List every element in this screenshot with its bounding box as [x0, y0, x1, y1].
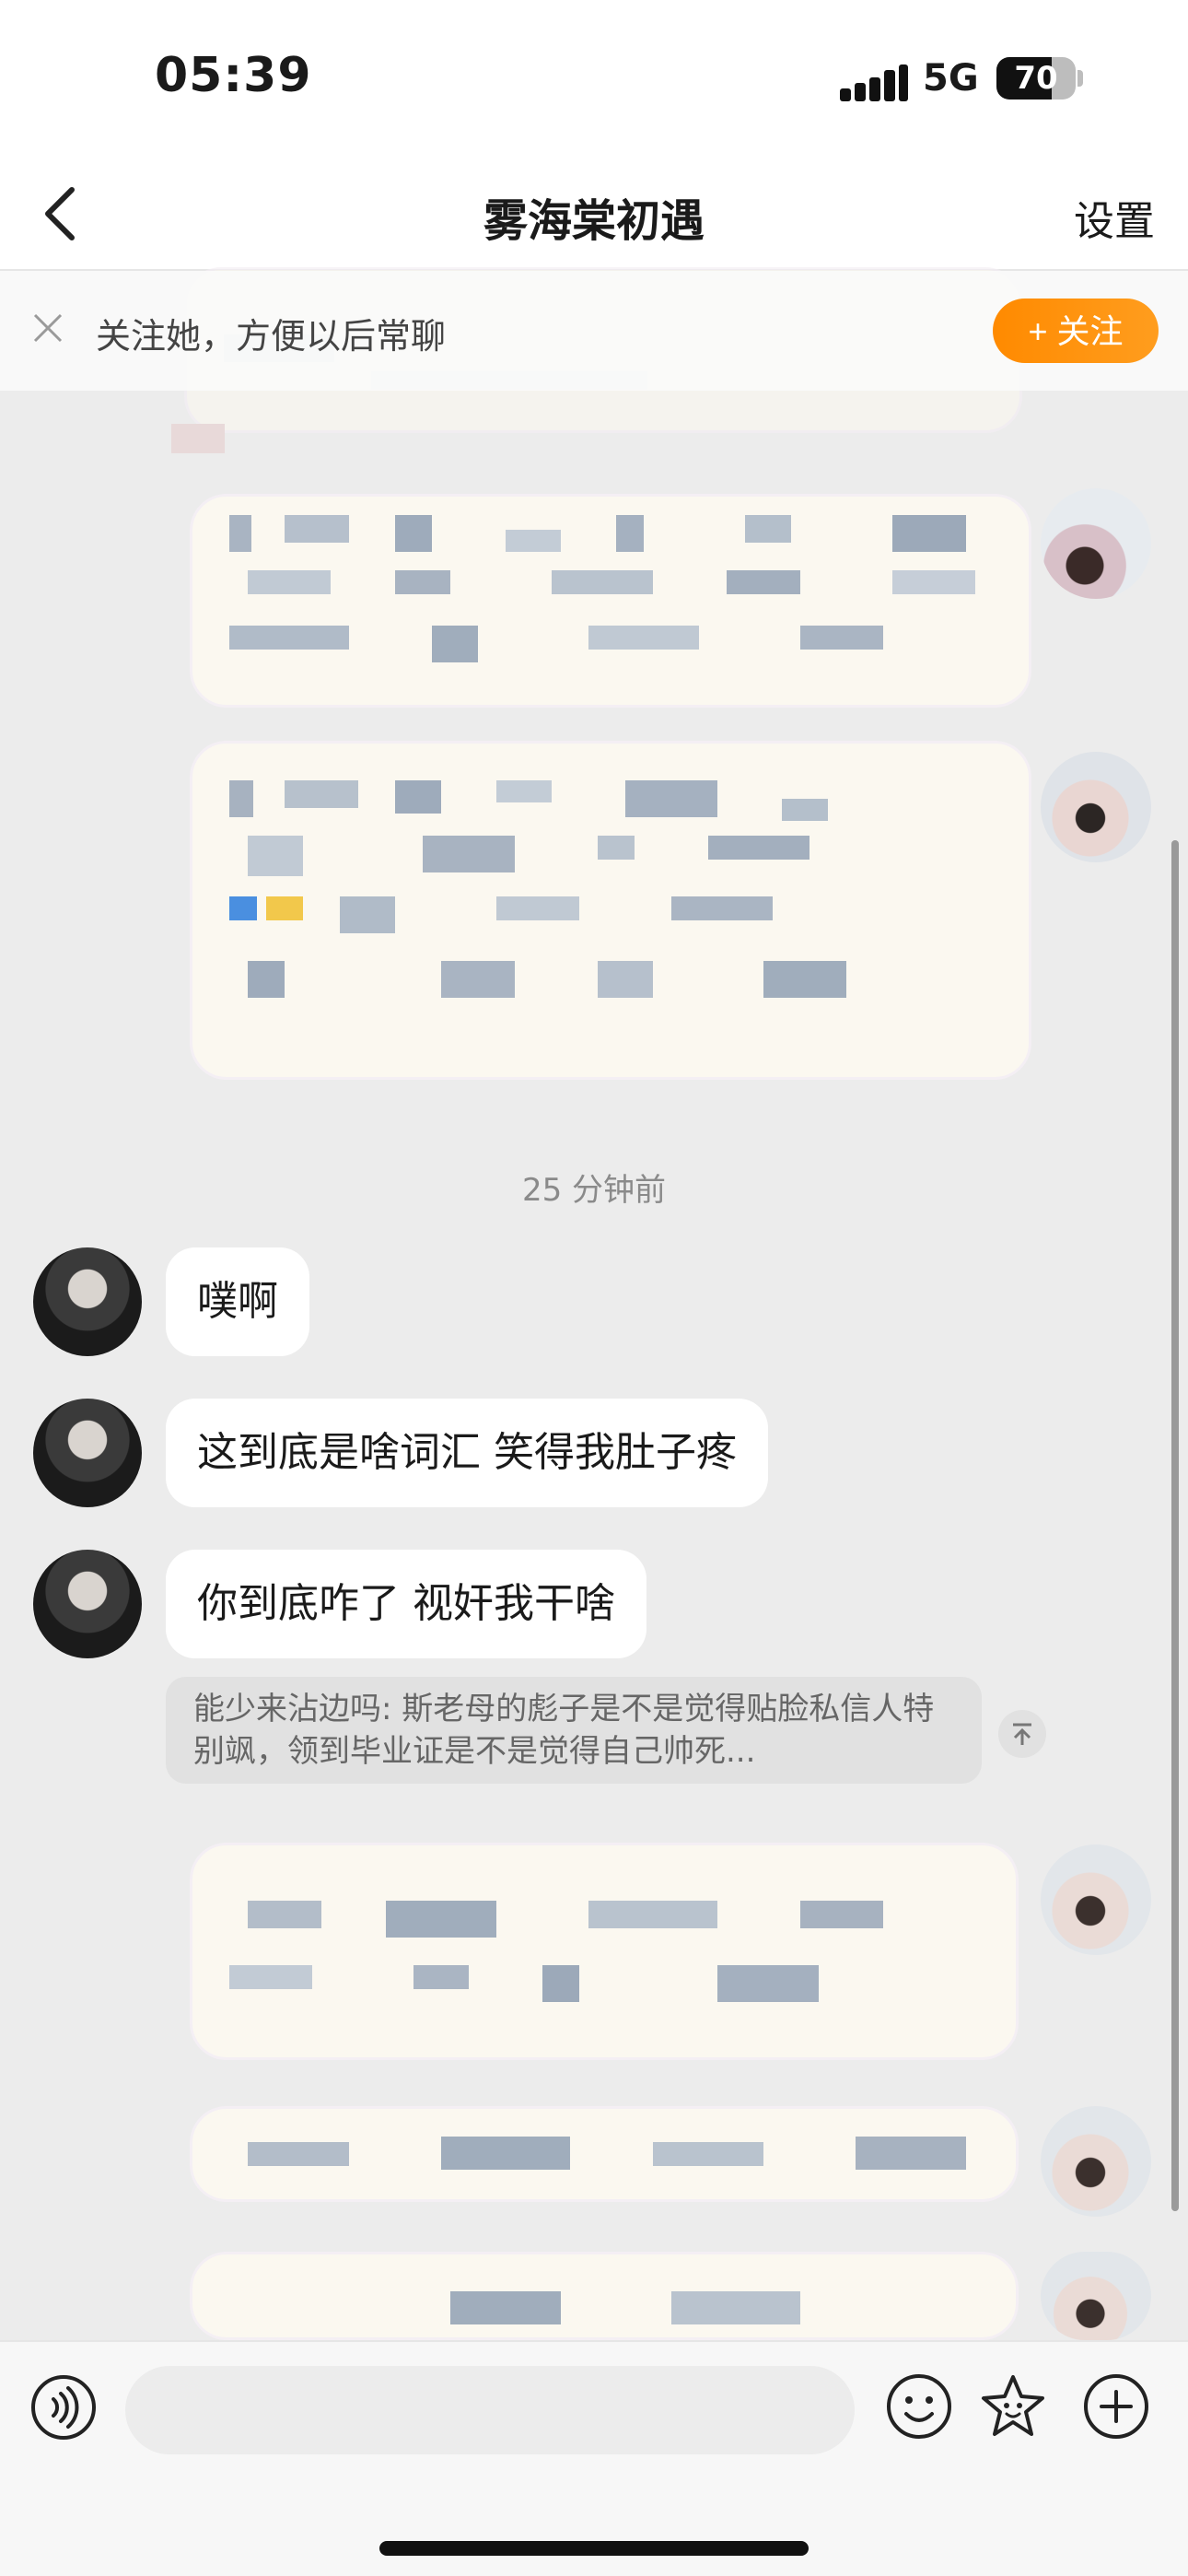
settings-button[interactable]: 设置 — [1074, 188, 1155, 247]
blurred-message-bubble — [190, 494, 1031, 708]
scrollbar[interactable] — [1171, 840, 1179, 2211]
follow-button[interactable]: + 关注 — [993, 299, 1159, 363]
nav-bar: 雾海棠初遇 设置 — [0, 157, 1188, 271]
message-bubble[interactable]: 噗啊 — [166, 1247, 309, 1356]
emoji-icon[interactable] — [884, 2371, 954, 2441]
message-input[interactable] — [125, 2366, 855, 2454]
battery-level: 70 — [1014, 60, 1058, 97]
network-type: 5G — [923, 57, 979, 100]
sticker-icon[interactable] — [978, 2371, 1048, 2441]
my-avatar[interactable] — [1041, 488, 1151, 599]
my-avatar[interactable] — [1041, 1844, 1151, 1955]
status-time: 05:39 — [155, 48, 312, 103]
blurred-message-bubble — [190, 1843, 1019, 2060]
message-bubble[interactable]: 你到底咋了 视奸我干啥 — [166, 1550, 646, 1658]
signal-icon — [840, 64, 908, 101]
blurred-message-bubble — [190, 2106, 1019, 2202]
battery-icon: 70 — [996, 57, 1076, 100]
contact-avatar[interactable] — [33, 1247, 142, 1356]
home-indicator — [379, 2541, 809, 2556]
status-bar: 05:39 5G 70 — [0, 0, 1188, 157]
blurred-message-bubble — [190, 2252, 1019, 2340]
message-timestamp: 25 分钟前 — [521, 1172, 667, 1209]
message-bubble[interactable]: 这到底是啥词汇 笑得我肚子疼 — [166, 1399, 768, 1507]
voice-icon[interactable] — [29, 2373, 98, 2441]
follow-prompt-text: 关注她，方便以后常聊 — [96, 316, 447, 357]
my-avatar[interactable] — [1041, 2252, 1151, 2340]
battery-tip — [1077, 70, 1083, 87]
add-icon[interactable] — [1081, 2371, 1151, 2441]
quoted-message[interactable]: 能少来沾边吗: 斯老母的彪子是不是觉得贴脸私信人特别飒，领到毕业证是不是觉得自己… — [166, 1677, 982, 1784]
my-avatar[interactable] — [1041, 2106, 1151, 2217]
contact-avatar[interactable] — [33, 1399, 142, 1507]
page-title: 雾海棠初遇 — [483, 195, 705, 247]
contact-avatar[interactable] — [33, 1550, 142, 1658]
my-avatar[interactable] — [1041, 752, 1151, 862]
blur-decor — [171, 424, 225, 453]
close-icon[interactable] — [29, 310, 66, 346]
arrow-up-icon[interactable] — [998, 1710, 1046, 1758]
blurred-message-bubble — [190, 741, 1031, 1080]
follow-banner: 关注她，方便以后常聊 + 关注 — [0, 271, 1188, 391]
